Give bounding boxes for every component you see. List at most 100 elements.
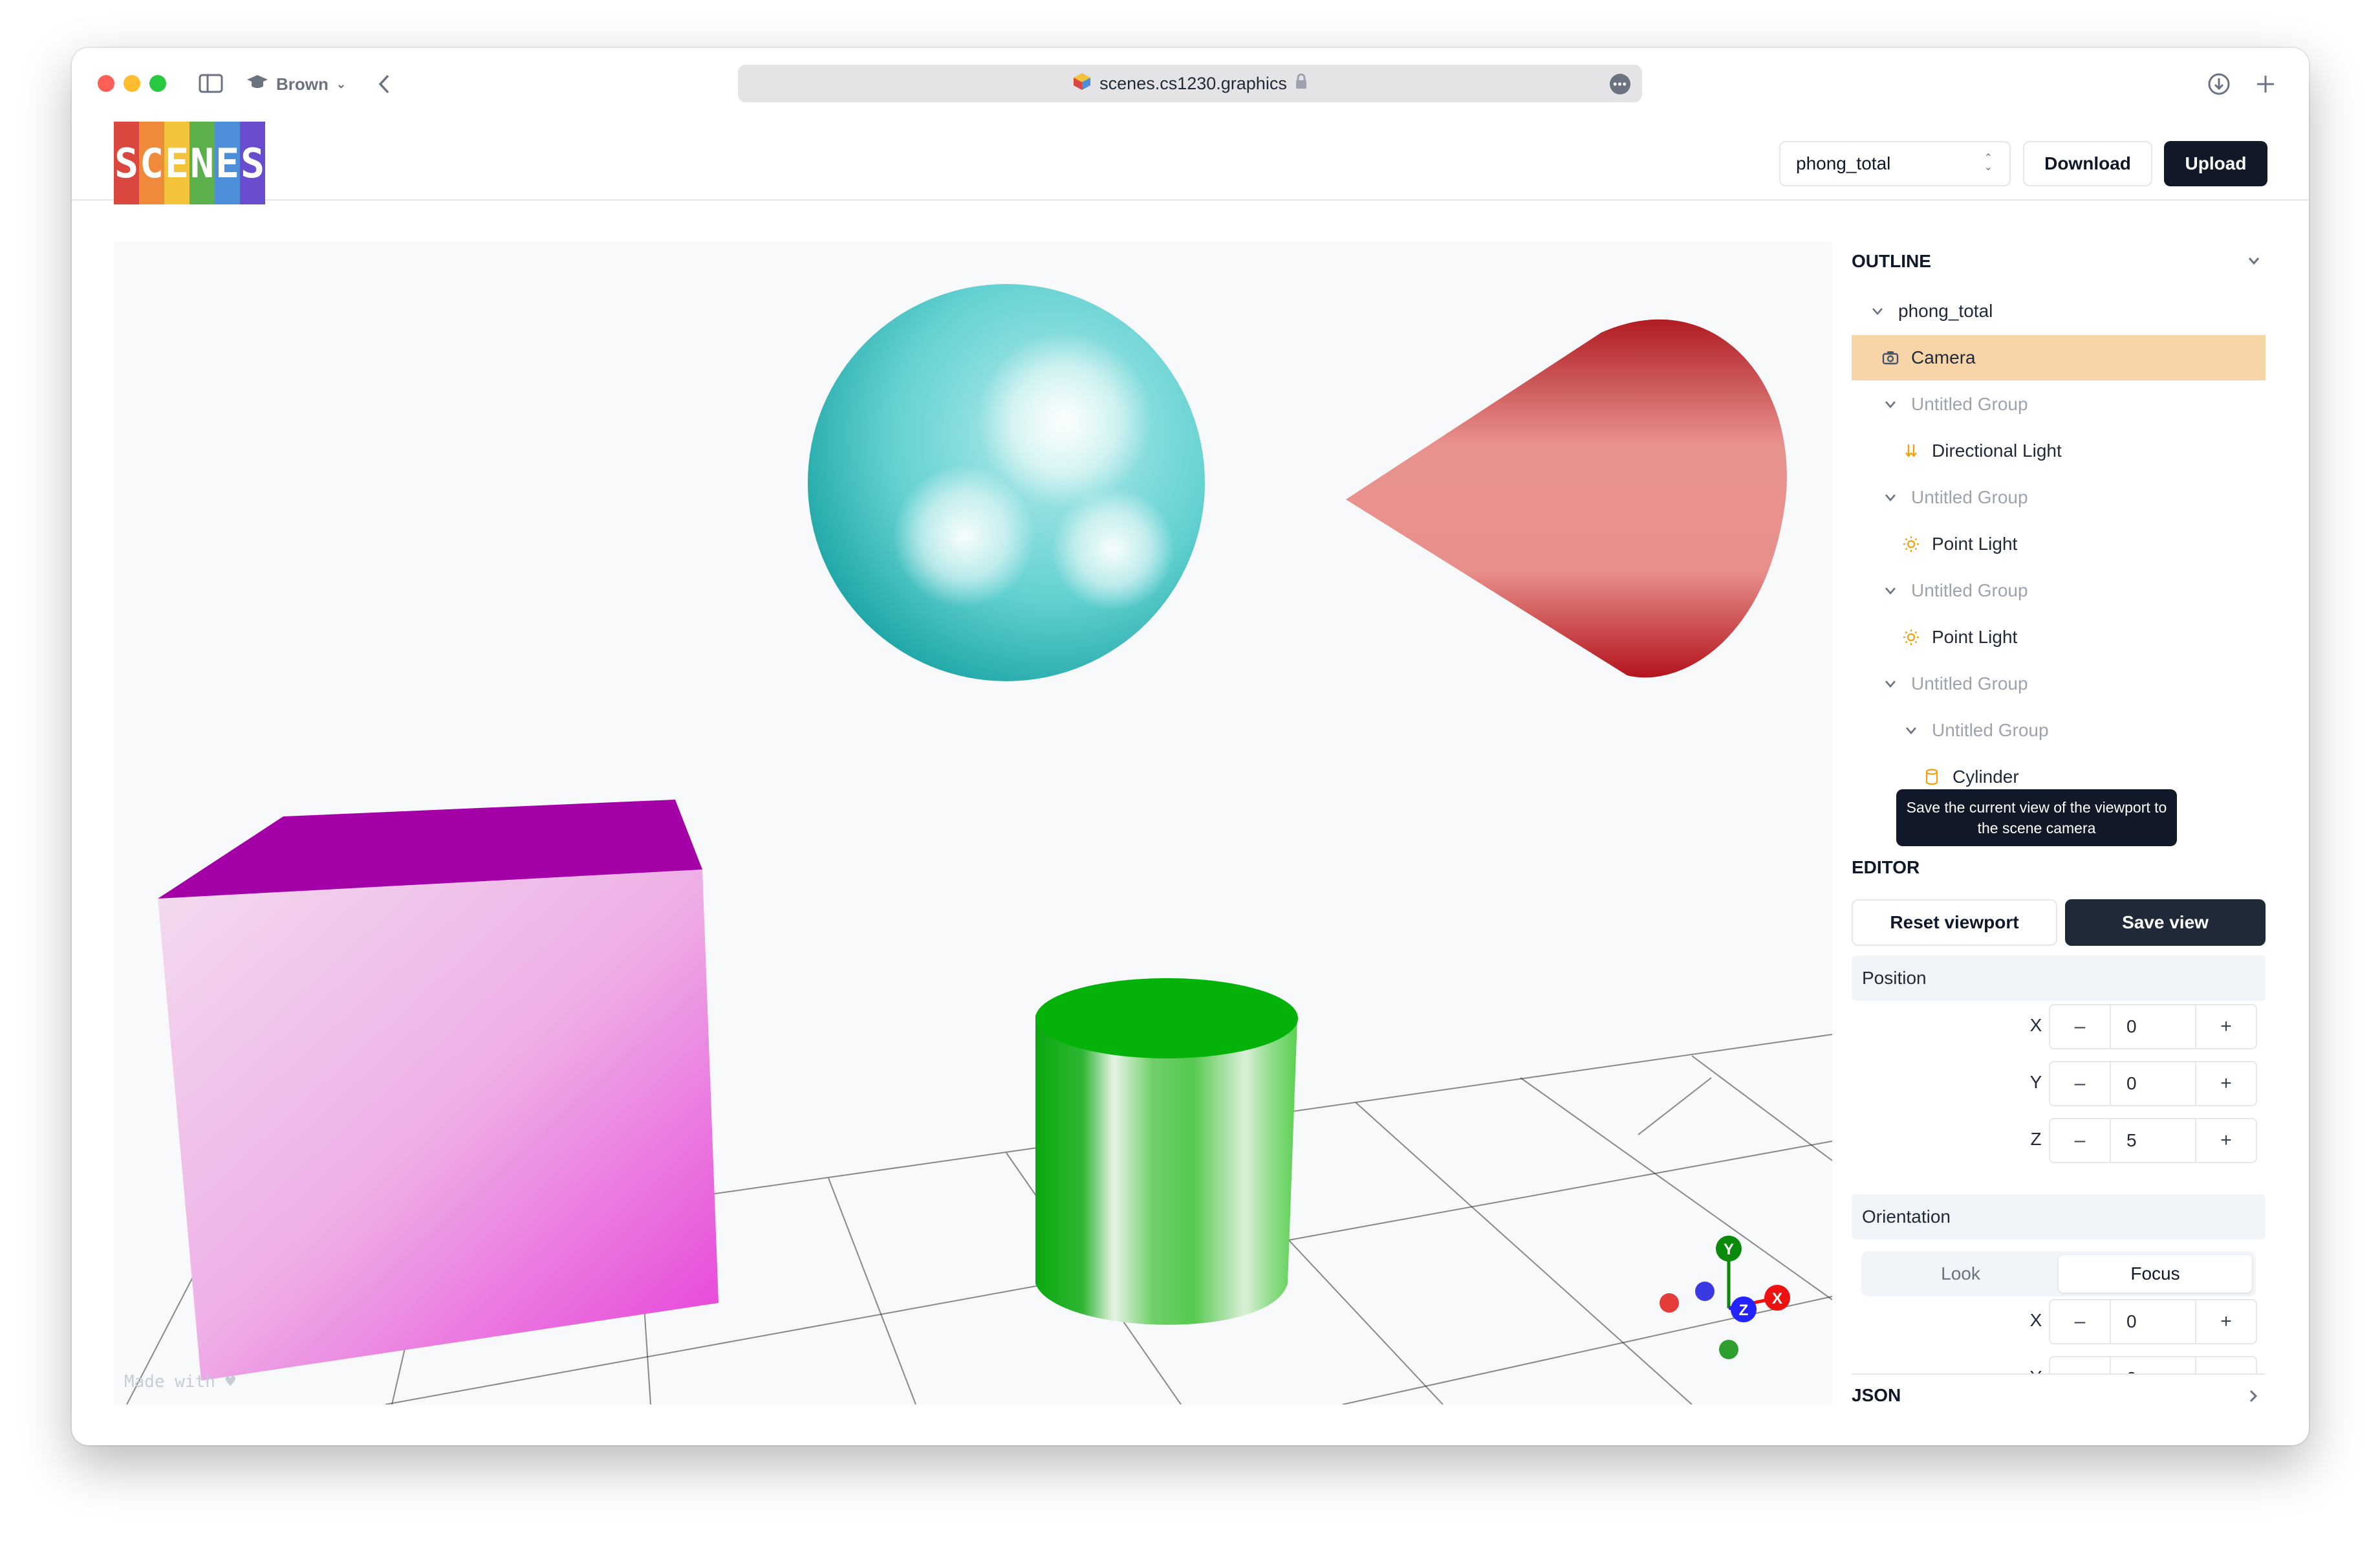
position-x-stepper[interactable]: – 0 + bbox=[2049, 1004, 2257, 1049]
outline-item[interactable]: Camera bbox=[1852, 335, 2266, 380]
position-z-stepper[interactable]: – 5 + bbox=[2049, 1118, 2257, 1163]
scene-viewport[interactable]: Y X Z Made with ♥ bbox=[114, 242, 1832, 1404]
orientation-y-label: Y bbox=[2026, 1367, 2046, 1373]
more-options-icon[interactable]: ••• bbox=[1610, 74, 1630, 94]
orientation-y-value[interactable]: 0 bbox=[2110, 1357, 2196, 1373]
lock-icon bbox=[1295, 73, 1308, 94]
chevron-down-icon[interactable] bbox=[1902, 721, 1920, 739]
save-view-button[interactable]: Save view bbox=[2065, 899, 2266, 946]
back-arrow-icon[interactable] bbox=[374, 71, 394, 97]
reset-viewport-button[interactable]: Reset viewport bbox=[1852, 899, 2057, 946]
look-tab[interactable]: Look bbox=[1865, 1255, 2056, 1293]
address-bar[interactable]: scenes.cs1230.graphics ••• bbox=[738, 65, 1642, 102]
zoom-window-button[interactable] bbox=[149, 75, 166, 92]
download-icon[interactable] bbox=[2206, 71, 2232, 97]
increment-button[interactable]: + bbox=[2196, 1005, 2256, 1048]
chevron-down-icon: ⌄ bbox=[336, 77, 346, 91]
browser-window: Brown ⌄ scenes.cs1230.graphics ••• SCENE… bbox=[72, 48, 2309, 1445]
gizmo-neg-y[interactable] bbox=[1719, 1340, 1738, 1359]
json-title: JSON bbox=[1852, 1385, 1901, 1405]
position-z-value[interactable]: 5 bbox=[2110, 1119, 2196, 1162]
outline-item-label: Cylinder bbox=[1953, 767, 2019, 787]
chevron-right-icon bbox=[2246, 1388, 2260, 1408]
made-with-label: Made with ♥ bbox=[124, 1372, 236, 1392]
outline-item-label: Untitled Group bbox=[1911, 394, 2028, 414]
outline-item[interactable]: Directional Light bbox=[1852, 428, 2266, 474]
decrement-button[interactable]: – bbox=[2050, 1005, 2110, 1048]
orientation-y-clip: Y – 0 + bbox=[1852, 1350, 2266, 1373]
outline-item[interactable]: phong_total bbox=[1852, 289, 2266, 334]
cylinder-object[interactable] bbox=[1035, 978, 1298, 1325]
logo-letter: S bbox=[114, 122, 139, 204]
orientation-section-title: Orientation bbox=[1852, 1194, 2266, 1240]
json-header[interactable]: JSON bbox=[1852, 1377, 2266, 1414]
chevron-down-icon bbox=[2246, 252, 2262, 273]
outline-item[interactable]: Untitled Group bbox=[1852, 475, 2266, 520]
chevron-down-icon[interactable] bbox=[1881, 395, 1899, 413]
outline-title: OUTLINE bbox=[1852, 251, 1931, 271]
sphere-object[interactable] bbox=[808, 284, 1205, 681]
focus-tab[interactable]: Focus bbox=[2059, 1255, 2252, 1293]
outline-item-label: Point Light bbox=[1932, 534, 2018, 554]
chevron-down-icon[interactable] bbox=[1881, 582, 1899, 600]
outline-item[interactable]: Untitled Group bbox=[1852, 661, 2266, 706]
increment-button[interactable]: + bbox=[2196, 1300, 2256, 1343]
json-divider bbox=[1852, 1373, 2266, 1375]
outline-item[interactable]: Untitled Group bbox=[1852, 382, 2266, 427]
chevron-down-icon[interactable] bbox=[1881, 488, 1899, 507]
increment-button[interactable]: + bbox=[2196, 1357, 2256, 1373]
profile-label: Brown bbox=[276, 74, 329, 94]
orientation-x-label: X bbox=[2029, 1310, 2042, 1330]
orientation-x-value[interactable]: 0 bbox=[2110, 1300, 2196, 1343]
axis-gizmo[interactable]: Y X Z bbox=[1660, 1236, 1790, 1359]
position-y-value[interactable]: 0 bbox=[2110, 1062, 2196, 1105]
cone-object[interactable] bbox=[1346, 319, 1787, 678]
scene-select[interactable]: phong_total ⌃ ⌄ bbox=[1779, 141, 2011, 186]
gizmo-neg-z[interactable] bbox=[1695, 1282, 1715, 1301]
outline-item[interactable]: Untitled Group bbox=[1852, 568, 2266, 613]
directional-light-icon bbox=[1902, 442, 1920, 460]
outline-item[interactable]: Point Light bbox=[1852, 521, 2266, 567]
decrement-button[interactable]: – bbox=[2050, 1119, 2110, 1162]
gizmo-z-label: Z bbox=[1739, 1302, 1749, 1319]
profile-selector[interactable]: Brown ⌄ bbox=[246, 70, 346, 98]
orientation-mode-toggle: Look Focus bbox=[1861, 1251, 2256, 1296]
position-x-label: X bbox=[2029, 1015, 2042, 1035]
chevron-down-icon[interactable] bbox=[1881, 675, 1899, 693]
app-header: SCENES phong_total ⌃ ⌄ Download Upload bbox=[72, 119, 2309, 204]
outline-item-label: phong_total bbox=[1898, 301, 1993, 321]
outline-item-label: Untitled Group bbox=[1911, 487, 2028, 507]
outline-header[interactable]: OUTLINE bbox=[1852, 242, 2266, 281]
cube-object[interactable] bbox=[158, 800, 719, 1381]
position-x-value[interactable]: 0 bbox=[2110, 1005, 2196, 1048]
gizmo-neg-x[interactable] bbox=[1660, 1293, 1679, 1313]
increment-button[interactable]: + bbox=[2196, 1119, 2256, 1162]
gizmo-y-label: Y bbox=[1724, 1241, 1734, 1258]
position-y-label: Y bbox=[2029, 1072, 2042, 1092]
minimize-window-button[interactable] bbox=[124, 75, 140, 92]
upload-button[interactable]: Upload bbox=[2164, 141, 2267, 186]
url-text: scenes.cs1230.graphics bbox=[1099, 73, 1287, 93]
logo-letter: N bbox=[189, 122, 215, 204]
chevron-down-icon[interactable] bbox=[1868, 302, 1887, 320]
outline-item-label: Camera bbox=[1911, 347, 1976, 367]
scene-select-value: phong_total bbox=[1796, 153, 1891, 173]
new-tab-plus-icon[interactable] bbox=[2253, 71, 2278, 97]
orientation-y-stepper[interactable]: – 0 + bbox=[2049, 1356, 2257, 1373]
orientation-x-stepper[interactable]: – 0 + bbox=[2049, 1299, 2257, 1344]
download-button[interactable]: Download bbox=[2023, 141, 2152, 186]
outline-item-label: Untitled Group bbox=[1932, 720, 2049, 740]
sidebar-toggle-icon[interactable] bbox=[198, 72, 224, 94]
decrement-button[interactable]: – bbox=[2050, 1062, 2110, 1105]
outline-item-label: Untitled Group bbox=[1911, 673, 2028, 694]
close-window-button[interactable] bbox=[98, 75, 114, 92]
outline-item-label: Untitled Group bbox=[1911, 580, 2028, 600]
increment-button[interactable]: + bbox=[2196, 1062, 2256, 1105]
graduation-cap-icon bbox=[246, 74, 268, 95]
position-y-stepper[interactable]: – 0 + bbox=[2049, 1061, 2257, 1106]
scene-canvas[interactable]: Y X Z bbox=[114, 242, 1832, 1404]
decrement-button[interactable]: – bbox=[2050, 1300, 2110, 1343]
outline-item[interactable]: Point Light bbox=[1852, 615, 2266, 660]
outline-item[interactable]: Untitled Group bbox=[1852, 708, 2266, 753]
decrement-button[interactable]: – bbox=[2050, 1357, 2110, 1373]
